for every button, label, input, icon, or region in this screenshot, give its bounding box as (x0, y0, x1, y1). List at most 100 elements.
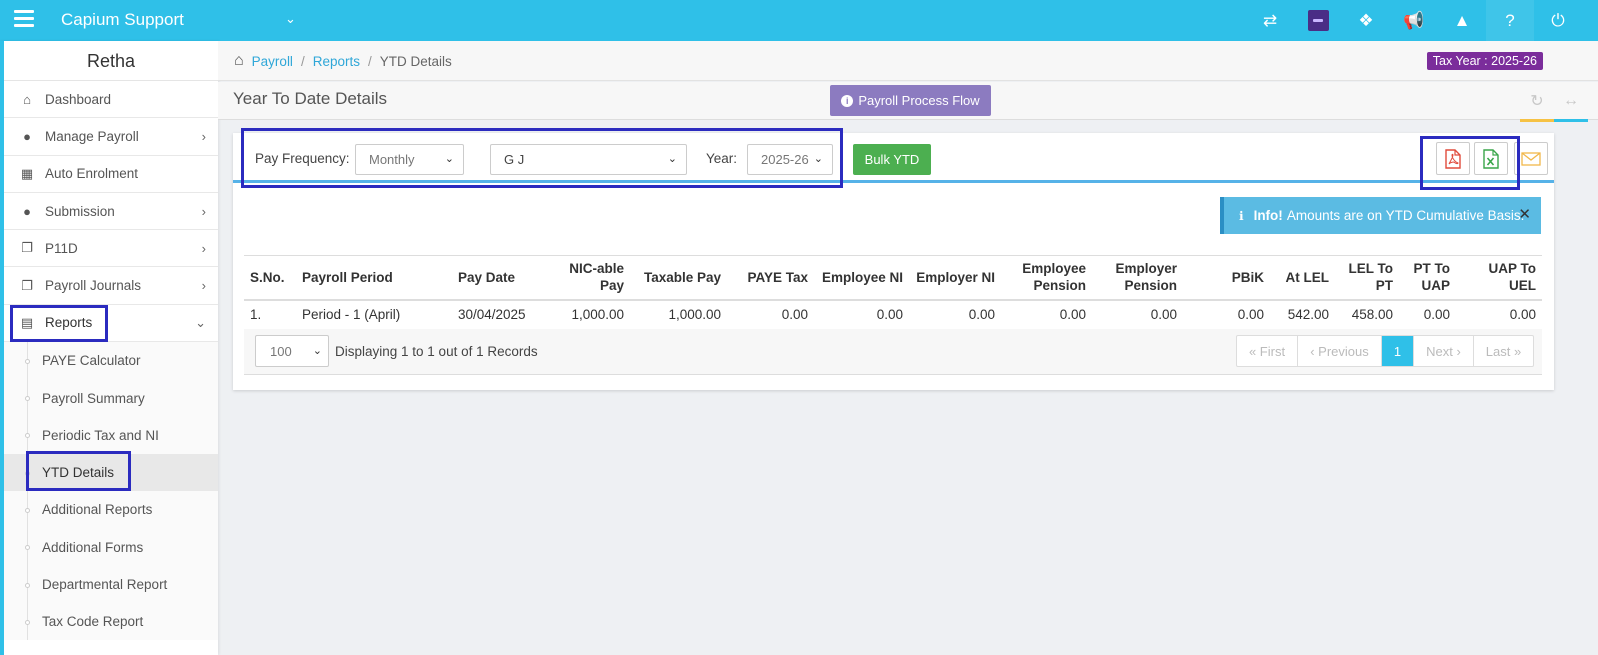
filter-toolbar: Pay Frequency: Monthly ⌄ G J ⌄ Year: 202… (233, 133, 1554, 183)
payroll-process-flow-button[interactable]: i Payroll Process Flow (830, 85, 991, 116)
company-name[interactable]: Capium Support (61, 10, 184, 30)
table-cell: 30/04/2025 (452, 299, 537, 330)
year-select[interactable]: 2025-26 ⌄ (747, 144, 833, 175)
sidebar-item-submission[interactable]: ● Submission › (4, 193, 218, 231)
ticket-icon[interactable]: ▲ (1438, 0, 1486, 41)
table-cell: 0.00 (1183, 299, 1270, 330)
table-header-row: S.No. Payroll Period Pay Date NIC-able Pay T… (244, 255, 1542, 301)
breadcrumb: ⌂ Payroll / Reports / YTD Details (234, 52, 452, 70)
excel-icon (1483, 148, 1499, 169)
sidebar-item-payroll-journals[interactable]: ❐ Payroll Journals › (4, 267, 218, 305)
sidebar-item-label: Payroll Journals (45, 278, 142, 294)
info-icon: i (841, 94, 854, 107)
table-cell: 0.00 (1001, 299, 1092, 330)
sidebar-subitem-label: Additional Forms (42, 539, 144, 555)
breadcrumb-separator: / (300, 53, 305, 69)
chevron-down-icon: ⌄ (813, 153, 823, 165)
home-icon[interactable]: ⌂ (234, 52, 244, 70)
copy-icon: ❐ (21, 240, 33, 256)
sidebar-subitem-label: Payroll Summary (42, 390, 145, 406)
info-alert-message: Amounts are on YTD Cumulative Basis. (1286, 208, 1525, 223)
sidebar-subitem-additional-reports[interactable]: Additional Reports (4, 491, 218, 528)
pay-frequency-label: Pay Frequency: (255, 151, 350, 166)
megaphone-icon[interactable]: 📢 (1390, 0, 1438, 41)
sidebar-subitem-label: Periodic Tax and NI (42, 427, 159, 443)
power-icon[interactable]: ⏻ (1534, 0, 1582, 41)
year-label: Year: (706, 151, 738, 166)
avatar-icon[interactable] (1294, 0, 1342, 41)
close-icon[interactable]: ✕ (1518, 205, 1531, 223)
ytd-table: S.No. Payroll Period Pay Date NIC-able Pay T… (244, 255, 1542, 330)
info-alert: ℹ Info! Amounts are on YTD Cumulative Ba… (1220, 197, 1541, 234)
table-cell: Period - 1 (April) (296, 299, 452, 330)
help-icon[interactable]: ? (1486, 0, 1534, 41)
sidebar-subitem-payroll-summary[interactable]: Payroll Summary (4, 379, 218, 416)
column-header: Pay Date (452, 255, 537, 301)
pay-frequency-select[interactable]: Monthly ⌄ (355, 144, 464, 175)
top-navbar: Capium Support ⌄ ⇄ ❖ 📢 ▲ ? ⏻ (0, 0, 1598, 41)
switch-icon[interactable]: ⇄ (1246, 0, 1294, 41)
chevron-right-icon: › (201, 203, 206, 219)
sidebar-subitem-paye-calculator[interactable]: PAYE Calculator (4, 342, 218, 379)
column-header: NIC-able Pay (537, 255, 630, 301)
sidebar-item-label: Manage Payroll (45, 128, 139, 144)
sidebar-item-reports[interactable]: ▤ Reports ⌄ (4, 305, 218, 343)
report-icon: ▤ (20, 314, 34, 330)
pager-first[interactable]: « First (1237, 336, 1298, 366)
chevron-down-icon: ⌄ (444, 153, 454, 165)
pager-previous[interactable]: ‹ Previous (1298, 336, 1382, 366)
pager-last[interactable]: Last » (1474, 336, 1533, 366)
pager-next[interactable]: Next › (1414, 336, 1474, 366)
chevron-down-icon: ⌄ (667, 153, 677, 165)
expand-icon[interactable]: ↔ (1554, 82, 1588, 122)
sidebar-item-label: Auto Enrolment (45, 166, 139, 182)
refresh-icon[interactable]: ↻ (1520, 82, 1554, 122)
ytd-panel: Pay Frequency: Monthly ⌄ G J ⌄ Year: 202… (233, 133, 1554, 390)
sidebar-subitem-ytd-details[interactable]: YTD Details (4, 453, 218, 492)
breadcrumb-separator: / (367, 53, 372, 69)
page-size-select[interactable]: 100 ⌄ (255, 335, 329, 367)
column-header: At LEL (1270, 255, 1335, 301)
column-header: S.No. (244, 255, 296, 301)
sidebar-item-dashboard[interactable]: ⌂ Dashboard (4, 81, 218, 119)
chevron-down-icon[interactable]: ⌄ (285, 11, 296, 27)
menu-toggle-icon[interactable] (14, 10, 34, 30)
sidebar-item-manage-payroll[interactable]: ● Manage Payroll › (4, 118, 218, 156)
sidebar-item-label: Reports (45, 315, 93, 331)
employee-select[interactable]: G J ⌄ (490, 144, 687, 175)
chevron-right-icon: › (201, 240, 206, 256)
sidebar-item-label: Dashboard (45, 91, 112, 107)
chevron-down-icon: ⌄ (312, 345, 322, 357)
email-icon (1521, 151, 1541, 166)
bulk-ytd-button[interactable]: Bulk YTD (853, 144, 931, 175)
column-header: UAP To UEL (1456, 255, 1542, 301)
sidebar: Retha ⌂ Dashboard ● Manage Payroll › ▦ A… (0, 41, 218, 655)
sidebar-subitem-tax-code-report[interactable]: Tax Code Report (4, 603, 218, 640)
breadcrumb-payroll[interactable]: Payroll (252, 54, 293, 69)
info-alert-title: Info! (1253, 208, 1283, 223)
sidebar-item-label: P11D (45, 240, 78, 256)
chevron-right-icon: › (201, 128, 206, 144)
table-cell: 1,000.00 (630, 299, 727, 330)
sidebar-subitem-additional-forms[interactable]: Additional Forms (4, 529, 218, 566)
export-excel-button[interactable] (1474, 142, 1508, 175)
page-size-value: 100 (270, 343, 292, 359)
sidebar-subitem-departmental-report[interactable]: Departmental Report (4, 566, 218, 603)
table-footer: 100 ⌄ Displaying 1 to 1 out of 1 Records… (244, 329, 1542, 375)
copy-icon: ❐ (21, 277, 33, 293)
breadcrumb-reports[interactable]: Reports (313, 54, 360, 69)
sidebar-item-auto-enrolment[interactable]: ▦ Auto Enrolment (4, 156, 218, 193)
cubes-icon[interactable]: ❖ (1342, 0, 1390, 41)
sidebar-user-name: Retha (4, 41, 218, 81)
sidebar-subitem-label: Tax Code Report (42, 614, 144, 630)
table-cell: 1,000.00 (537, 299, 630, 330)
export-email-button[interactable] (1514, 142, 1548, 175)
pager-current[interactable]: 1 (1382, 336, 1414, 366)
sidebar-item-p11d[interactable]: ❐ P11D › (4, 230, 218, 268)
table-body: 1. Period - 1 (April) 30/04/2025 1,000.00 1,… (244, 299, 1542, 330)
chevron-right-icon: › (201, 278, 206, 294)
table-cell: 0.00 (909, 299, 1001, 330)
column-header: PBiK (1183, 255, 1270, 301)
export-pdf-button[interactable] (1436, 142, 1470, 175)
sidebar-subitem-periodic-tax-ni[interactable]: Periodic Tax and NI (4, 417, 218, 454)
